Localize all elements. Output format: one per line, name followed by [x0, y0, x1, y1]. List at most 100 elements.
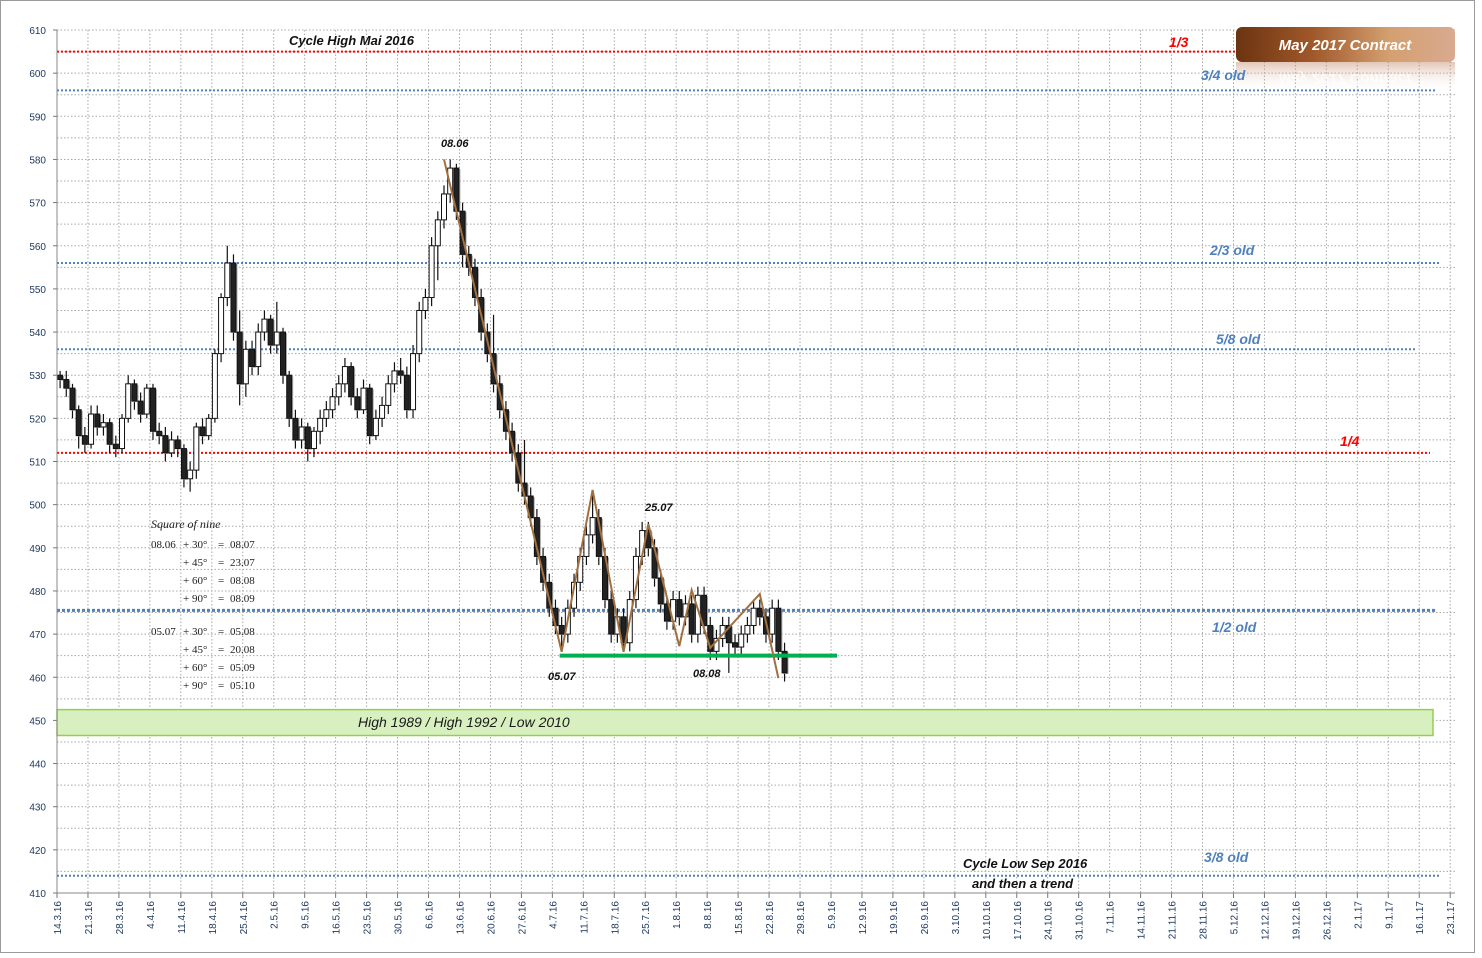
y-tick-label: 570: [29, 199, 46, 210]
candle-body: [329, 396, 336, 411]
square-angle: + 30°: [183, 539, 207, 551]
level-label-1-2-old: 1/2 old: [1212, 619, 1257, 635]
zone-band: [56, 708, 1434, 737]
candle-body: [360, 387, 367, 411]
contract-badge: May 2017 Contract May 2017 Contract: [1236, 27, 1455, 92]
candle-body: [323, 409, 330, 419]
x-tick-label: 27.6.16: [517, 901, 528, 935]
candle-body: [410, 353, 417, 411]
y-tick-label: 600: [29, 69, 46, 80]
candle-body: [769, 607, 776, 635]
y-tick-label: 550: [29, 285, 46, 296]
y-tick-label: 430: [29, 803, 46, 814]
candle-body: [744, 624, 751, 635]
square-angle: + 60°: [183, 575, 207, 587]
candle-body: [63, 379, 70, 389]
candle-body: [403, 374, 410, 411]
x-tick-label: 20.6.16: [486, 901, 497, 935]
candle-body: [391, 370, 398, 385]
candle-body: [199, 426, 206, 437]
candle-body: [106, 422, 113, 445]
candle-body: [317, 417, 324, 432]
square-angle: + 60°: [183, 662, 207, 674]
x-tick-label: 2.5.16: [270, 901, 281, 929]
x-tick-label: 23.5.16: [363, 901, 374, 935]
x-tick-label: 3.10.16: [951, 901, 962, 935]
y-tick-label: 510: [29, 458, 46, 469]
x-tick-label: 8.8.16: [703, 901, 714, 929]
square-result: 05.08: [230, 626, 255, 638]
annotation-cycle-high: Cycle High Mai 2016: [289, 33, 415, 48]
candle-body: [267, 318, 274, 346]
x-tick-label: 26.9.16: [920, 901, 931, 935]
x-tick-label: 31.10.16: [1075, 901, 1086, 940]
candle-body: [422, 297, 429, 311]
x-tick-label: 23.1.17: [1446, 901, 1457, 935]
x-tick-label: 29.8.16: [796, 901, 807, 935]
x-tick-label: 18.7.16: [610, 901, 621, 935]
candle-body: [441, 193, 447, 221]
y-tick-label: 490: [29, 544, 46, 555]
square-result: 20.08: [230, 644, 255, 656]
support-zone: [56, 708, 1434, 737]
square-result: 05.09: [230, 662, 255, 674]
candle-body: [187, 469, 194, 480]
y-tick-label: 420: [29, 846, 46, 857]
x-tick-label: 17.10.16: [1013, 901, 1024, 940]
y-tick-label: 530: [29, 371, 46, 382]
x-tick-label: 13.6.16: [455, 901, 466, 935]
candle-body: [688, 603, 695, 635]
square-start-date: 08.06: [151, 539, 176, 551]
x-tick-label: 21.3.16: [84, 901, 95, 935]
candle-body: [69, 387, 76, 411]
candle-body: [230, 262, 237, 333]
candle-body: [756, 607, 763, 618]
square-equals: =: [218, 575, 224, 587]
candle-body: [372, 417, 379, 437]
square-angle: + 90°: [183, 593, 207, 605]
candle-body: [193, 426, 200, 471]
y-tick-label: 450: [29, 716, 46, 727]
square-result: 08.07: [230, 539, 255, 551]
x-tick-label: 26.12.16: [1322, 901, 1333, 940]
square-result: 08.09: [230, 593, 255, 605]
level-label-5-8-old: 5/8 old: [1216, 331, 1261, 347]
candle-body: [589, 517, 596, 536]
x-tick-label: 25.4.16: [239, 901, 250, 935]
candle-body: [348, 366, 355, 398]
candle-body: [366, 387, 373, 437]
square-equals: =: [218, 680, 224, 692]
candle-body: [310, 430, 317, 450]
candle-body: [57, 374, 64, 381]
candle-body: [292, 417, 299, 441]
x-tick-label: 22.8.16: [765, 901, 776, 935]
candle-body: [205, 417, 212, 437]
candle-body: [298, 426, 305, 441]
candle-body: [416, 309, 423, 355]
x-tick-label: 28.3.16: [115, 901, 126, 935]
candle-body: [100, 422, 107, 428]
candle-body: [156, 430, 163, 437]
y-tick-label: 540: [29, 328, 46, 339]
y-tick-label: 440: [29, 760, 46, 771]
candle-body: [131, 383, 138, 402]
x-tick-label: 5.9.16: [827, 901, 838, 929]
level-label-2-3-old: 2/3 old: [1209, 242, 1255, 258]
x-tick-label: 21.11.16: [1168, 901, 1179, 940]
y-tick-label: 560: [29, 242, 46, 253]
candle-body: [218, 297, 225, 355]
y-tick-label: 470: [29, 630, 46, 641]
square-of-nine-title: Square of nine: [151, 517, 221, 531]
candle-body: [676, 599, 683, 618]
x-tick-label: 6.6.16: [425, 901, 436, 929]
chart-frame: [0, 0, 1475, 953]
candle-body: [119, 417, 126, 450]
x-tick-label: 12.9.16: [858, 901, 869, 935]
candle-body: [558, 624, 565, 635]
x-tick-label: 11.7.16: [579, 901, 590, 934]
candle-body: [242, 348, 249, 385]
candle-body: [738, 633, 745, 648]
y-tick-label: 610: [29, 26, 46, 37]
x-tick-label: 10.10.16: [982, 901, 993, 940]
candle-body: [428, 245, 435, 299]
